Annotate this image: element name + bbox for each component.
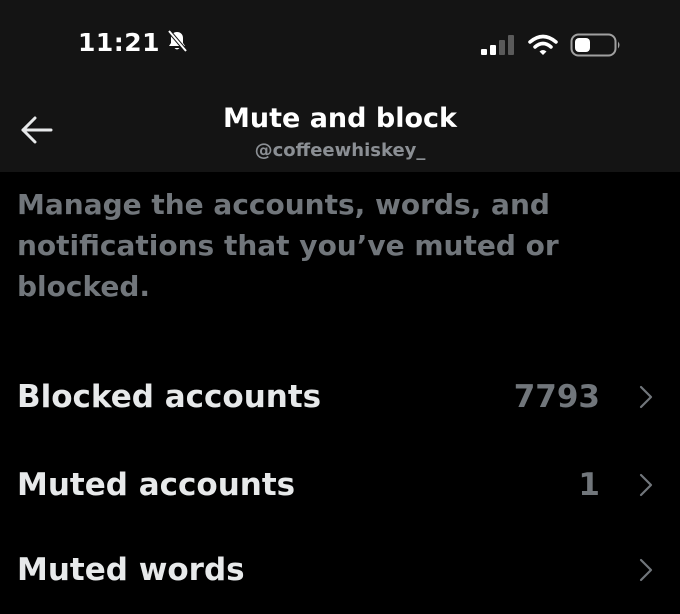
muted-words-row[interactable]: Muted words <box>0 526 680 614</box>
chevron-right-icon <box>638 472 654 498</box>
title-block: Mute and block @coffeewhiskey_ <box>0 102 680 163</box>
wifi-icon <box>528 34 558 60</box>
cellular-signal-icon <box>480 34 516 60</box>
row-label: Muted words <box>17 552 245 588</box>
nav-header: Mute and block @coffeewhiskey_ <box>0 96 680 172</box>
chevron-right-icon <box>638 384 654 410</box>
account-handle: @coffeewhiskey_ <box>254 140 426 161</box>
bell-slash-icon <box>166 29 188 57</box>
status-time-group: 11:21 <box>78 28 188 57</box>
muted-accounts-row[interactable]: Muted accounts 1 <box>0 441 680 529</box>
row-count: 1 <box>578 467 600 503</box>
battery-icon <box>570 33 622 61</box>
status-icons <box>480 33 622 61</box>
row-label: Muted accounts <box>17 467 296 503</box>
row-count: 7793 <box>513 379 600 415</box>
chevron-right-icon <box>638 557 654 583</box>
row-label: Blocked accounts <box>17 379 322 415</box>
status-bar: 11:21 <box>0 0 680 96</box>
status-time: 11:21 <box>78 28 161 57</box>
blocked-accounts-row[interactable]: Blocked accounts 7793 <box>0 353 680 441</box>
page-title: Mute and block <box>223 103 457 134</box>
section-description: Manage the accounts, words, and notifica… <box>17 188 559 303</box>
